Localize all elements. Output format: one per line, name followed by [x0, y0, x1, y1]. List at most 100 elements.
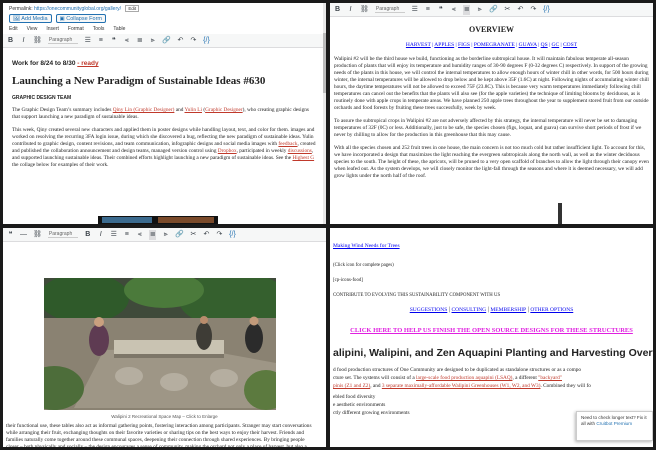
popup-premium-link[interactable]: Cruitbot Premium	[596, 421, 632, 426]
code-icon[interactable]: {/}	[543, 5, 550, 15]
insert-link-icon[interactable]: 🔗	[162, 36, 171, 46]
align-right-icon[interactable]: ⫸	[476, 5, 483, 15]
dropbox-link[interactable]: Dropbox	[218, 148, 237, 154]
strike-icon[interactable]: —	[20, 230, 27, 240]
menu-table[interactable]: Table	[113, 26, 125, 33]
other-options-link[interactable]: OTHER OPTIONS	[530, 307, 573, 313]
align-right-icon[interactable]: ⫸	[149, 36, 156, 46]
paragraph-select[interactable]: Paragraph	[374, 6, 406, 13]
blockquote-icon[interactable]: ❝	[437, 5, 444, 15]
benefit-item: e aesthetic environments	[333, 402, 386, 408]
blockquote-icon[interactable]: ❝	[7, 230, 14, 240]
numbered-list-icon[interactable]: ≡	[424, 5, 431, 15]
blockquote-icon[interactable]: ❝	[110, 36, 117, 46]
unlink-icon[interactable]: ✂	[504, 5, 511, 15]
bullet-list-icon[interactable]: ☰	[84, 36, 91, 46]
redo-icon[interactable]: ↷	[530, 5, 537, 15]
permalink-url[interactable]: https://onecommunityglobal.org/gallery/	[34, 6, 121, 12]
nav-pomegranate[interactable]: POMEGRANATE	[474, 42, 515, 48]
menu-tools[interactable]: Tools	[93, 26, 105, 33]
collage-thumb	[158, 217, 214, 223]
discussions-link[interactable]: discussions	[288, 148, 312, 154]
nav-harvest[interactable]: HARVEST	[406, 42, 431, 48]
paragraph-select[interactable]: Paragraph	[47, 37, 79, 44]
italic-button[interactable]: I	[347, 5, 354, 15]
italic-button[interactable]: I	[20, 36, 27, 46]
align-left-icon[interactable]: ⫷	[450, 5, 457, 15]
bullet-list-icon[interactable]: ☰	[411, 5, 418, 15]
collage-image-preview	[98, 216, 218, 224]
numbered-list-icon[interactable]: ≡	[123, 230, 130, 240]
post-content[interactable]: Work for 8/24 to 8/30 - ready Launching …	[3, 48, 326, 173]
code-icon[interactable]: {/}	[203, 36, 210, 46]
nav-guava[interactable]: GUAVA	[519, 42, 537, 48]
lsaq-link[interactable]: large-scale food production aquapini (LS…	[416, 375, 512, 381]
add-media-button[interactable]: 🖼 Add Media	[9, 14, 52, 23]
grammar-popup[interactable]: Need to check longer text? Fix it all wi…	[576, 411, 653, 441]
designer-link-yulin[interactable]: Yulin Li	[185, 107, 203, 113]
bold-button[interactable]: B	[7, 36, 14, 46]
membership-link[interactable]: MEMBERSHIP	[490, 307, 526, 313]
align-right-icon[interactable]: ⫸	[162, 230, 169, 240]
undo-icon[interactable]: ↶	[203, 230, 210, 240]
align-center-icon[interactable]: ≣	[149, 229, 157, 240]
code-icon[interactable]: {/}	[229, 230, 236, 240]
nav-apples[interactable]: APPLES	[434, 42, 454, 48]
details-text: This week, Qiny created several new char…	[12, 127, 315, 147]
nav-qs[interactable]: QS	[541, 42, 548, 48]
menu-edit[interactable]: Edit	[9, 26, 18, 33]
align-center-icon[interactable]: ≣	[136, 36, 143, 46]
paragraph-select[interactable]: Paragraph	[47, 231, 79, 238]
bold-button[interactable]: B	[334, 5, 341, 15]
wind-needs-link[interactable]: Making Wind Needs for Trees	[333, 243, 400, 249]
scrollbar[interactable]	[323, 3, 326, 224]
permalink-edit-button[interactable]: Edit	[125, 5, 140, 12]
role-link[interactable]: Graphic Designer	[205, 107, 243, 113]
zen-aquapini-link[interactable]: pinis (Z1 and Z2)	[333, 383, 370, 389]
align-left-icon[interactable]: ⫷	[136, 230, 143, 240]
redo-icon[interactable]: ↷	[190, 36, 197, 46]
add-media-label: Add Media	[21, 16, 48, 22]
align-center-icon[interactable]: ≣	[463, 4, 471, 15]
backyard-link[interactable]: "backyard"	[538, 375, 562, 381]
help-finish-link[interactable]: CLICK HERE TO HELP US FINISH THE OPEN SO…	[350, 327, 633, 334]
nav-gc[interactable]: GC	[552, 42, 560, 48]
scrollbar-thumb[interactable]	[323, 33, 326, 93]
menu-format[interactable]: Format	[68, 26, 84, 33]
feedback-link[interactable]: feedback	[278, 141, 297, 147]
unlink-icon[interactable]: ✂	[190, 230, 197, 240]
insert-link-icon[interactable]: 🔗	[175, 230, 184, 240]
menu-view[interactable]: View	[27, 26, 38, 33]
insert-link-icon[interactable]: 🔗	[489, 5, 498, 15]
undo-icon[interactable]: ↶	[517, 5, 524, 15]
align-left-icon[interactable]: ⫷	[123, 36, 130, 46]
numbered-list-icon[interactable]: ≡	[97, 36, 104, 46]
work-ready-link[interactable]: - ready	[77, 60, 98, 67]
redo-icon[interactable]: ↷	[216, 230, 223, 240]
recreational-space-rendering[interactable]	[44, 278, 276, 410]
collapse-button[interactable]: ▣ Collapse Form	[55, 14, 107, 23]
link-icon[interactable]: ⛓	[33, 230, 42, 240]
walipini-greenhouses-link[interactable]: 3 separate maximally-affordable Walipini…	[382, 383, 541, 389]
nav-figs[interactable]: FIGS	[458, 42, 470, 48]
help-finish-row: CLICK HERE TO HELP US FINISH THE OPEN SO…	[333, 319, 650, 337]
nav-cost[interactable]: COST	[563, 42, 577, 48]
post-content[interactable]: Making Wind Needs for Trees (Click icon …	[330, 228, 653, 419]
link-icon[interactable]: ⛓	[360, 5, 369, 15]
details-text: , participated in weekly	[236, 148, 288, 154]
suggestions-link[interactable]: SUGGESTIONS	[410, 307, 448, 313]
link-icon[interactable]: ⛓	[33, 36, 42, 46]
menu-insert[interactable]: Insert	[46, 26, 59, 33]
post-content[interactable]: OVERVIEW HARVEST | APPLES | FIGS | POMEG…	[330, 17, 653, 182]
highest-good-link[interactable]: Highest G	[292, 155, 314, 161]
consulting-link[interactable]: CONSULTING	[452, 307, 487, 313]
click-icon-note: (Click icon for complete pages)	[333, 263, 394, 268]
overview-paragraph-1: Walipini #2 will be the third house we b…	[334, 56, 649, 111]
bullet-list-icon[interactable]: ☰	[110, 230, 117, 240]
undo-icon[interactable]: ↶	[177, 36, 184, 46]
bold-button[interactable]: B	[84, 230, 91, 240]
designer-link-qiny[interactable]: Qiny Lin (Graphic Designer)	[113, 107, 175, 113]
person-head	[200, 316, 208, 324]
editor-pane-top-right: B I ⛓ Paragraph ☰ ≡ ❝ ⫷ ≣ ⫸ 🔗 ✂ ↶ ↷ {/} …	[330, 3, 653, 224]
italic-button[interactable]: I	[97, 230, 104, 240]
